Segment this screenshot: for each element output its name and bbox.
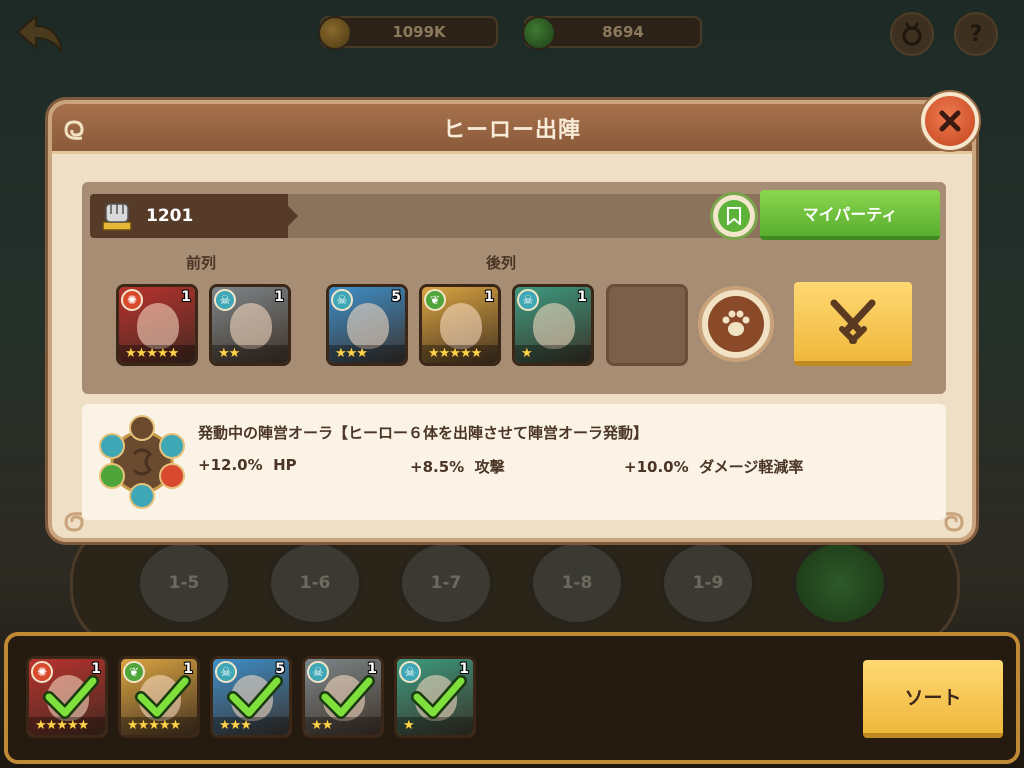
stage-node[interactable]: 1-7 [398,540,494,626]
hero-star-rating: ★ [515,345,591,363]
help-button[interactable]: ? [954,12,998,56]
hero-card[interactable]: ❦ 1 ★★★★★ [118,656,200,738]
selected-check-icon [319,675,375,719]
hero-card[interactable]: ✺ 1 ★★★★★ [26,656,108,738]
death-faction-icon: ☠ [331,289,353,311]
current-stage-node[interactable] [792,540,888,626]
death-faction-icon: ☠ [517,289,539,311]
gem-value: 8694 [602,23,644,41]
hero-face [230,303,272,349]
start-battle-button[interactable] [794,282,912,366]
gem-icon [522,16,556,50]
selected-check-icon [411,675,467,719]
team-power-value: 1201 [146,206,194,226]
nature-faction-icon: ❦ [424,289,446,311]
hero-level: 5 [391,289,401,305]
close-button[interactable] [921,92,979,150]
team-power-bar: 1201 [90,194,770,238]
hero-card[interactable]: ☠ 1 ★ [512,284,594,366]
stage-node[interactable]: 1-6 [267,540,363,626]
aura-hp-stat: +12.0% HP [198,456,297,474]
faction-aura-panel: 発動中の陣営オーラ【ヒーロー６体を出陣させて陣営オーラ発動】 +12.0% HP… [82,404,946,520]
saved-team-button[interactable] [710,192,758,240]
hero-face [347,303,389,349]
aura-title: 発動中の陣営オーラ【ヒーロー６体を出陣させて陣営オーラ発動】 [198,424,649,442]
pet-button[interactable] [698,286,774,362]
stage-node[interactable]: 1-9 [660,540,756,626]
close-icon [939,110,961,132]
hero-star-rating: ★★ [212,345,288,363]
hero-face [440,303,482,349]
hero-card[interactable]: ☠ 1 ★★ [302,656,384,738]
hero-card[interactable]: ☠ 5 ★★★ [326,284,408,366]
hero-card[interactable]: ❦ 1 ★★★★★ [419,284,501,366]
front-row-label: 前列 [186,254,217,272]
hero-deploy-dialog: ヒーロー出陣 1201 マイパーティ 前列 後列 ✺ 1 ★★★★★ ☠ 1 ★… [48,100,976,542]
hero-face [137,303,179,349]
stage-node[interactable]: 1-5 [136,540,232,626]
aura-damage-reduction-stat: +10.0% ダメージ軽減率 [624,458,804,476]
hero-level: 1 [577,289,587,305]
gold-counter: 1099K [318,16,498,50]
faction-aura-wheel-icon[interactable] [94,414,190,510]
gold-coin-icon [318,16,352,50]
sort-button[interactable]: ソート [863,660,1003,738]
fist-power-icon [102,203,132,231]
medal-icon [902,22,922,46]
hero-level: 1 [181,289,191,305]
hero-card[interactable]: ✺ 1 ★★★★★ [116,284,198,366]
medal-button[interactable] [890,12,934,56]
back-row-label: 後列 [486,254,517,272]
aura-attack-stat: +8.5% 攻撃 [410,458,505,476]
gem-counter: 8694 [522,16,702,50]
lineup-panel: 1201 マイパーティ 前列 後列 ✺ 1 ★★★★★ ☠ 1 ★★ ☠ 5 ★★★ ❦ 1 ★★★… [82,182,946,394]
fire-faction-icon: ✺ [121,289,143,311]
swirl-ornament-icon [64,120,84,140]
hero-star-rating: ★★★★★ [119,345,195,363]
stage-node[interactable]: 1-8 [529,540,625,626]
selected-check-icon [135,675,191,719]
hero-level: 1 [274,289,284,305]
crossed-swords-icon [830,299,876,344]
empty-hero-slot[interactable] [606,284,688,366]
selected-check-icon [227,675,283,719]
hero-card[interactable]: ☠ 1 ★ [394,656,476,738]
death-faction-icon: ☠ [214,289,236,311]
hero-star-rating: ★★★ [329,345,405,363]
paw-icon [722,310,750,336]
hero-level: 1 [484,289,494,305]
team-power-tag: 1201 [90,194,298,238]
selected-check-icon [43,675,99,719]
help-icon: ? [969,21,983,47]
hero-card[interactable]: ☠ 5 ★★★ [210,656,292,738]
hero-roster: ✺ 1 ★★★★★ ❦ 1 ★★★★★ ☠ 5 ★★★ ☠ 1 ★★ ☠ 1 ★ ソート [4,632,1020,764]
dialog-title: ヒーロー出陣 [442,117,581,143]
hero-star-rating: ★★★★★ [422,345,498,363]
hero-card[interactable]: ☠ 1 ★★ [209,284,291,366]
hero-face [533,303,575,349]
back-arrow-icon[interactable] [14,12,66,56]
gold-value: 1099K [392,23,446,41]
my-party-button[interactable]: マイパーティ [760,190,940,240]
bookmark-icon [727,207,741,225]
dialog-header: ヒーロー出陣 [52,104,972,154]
